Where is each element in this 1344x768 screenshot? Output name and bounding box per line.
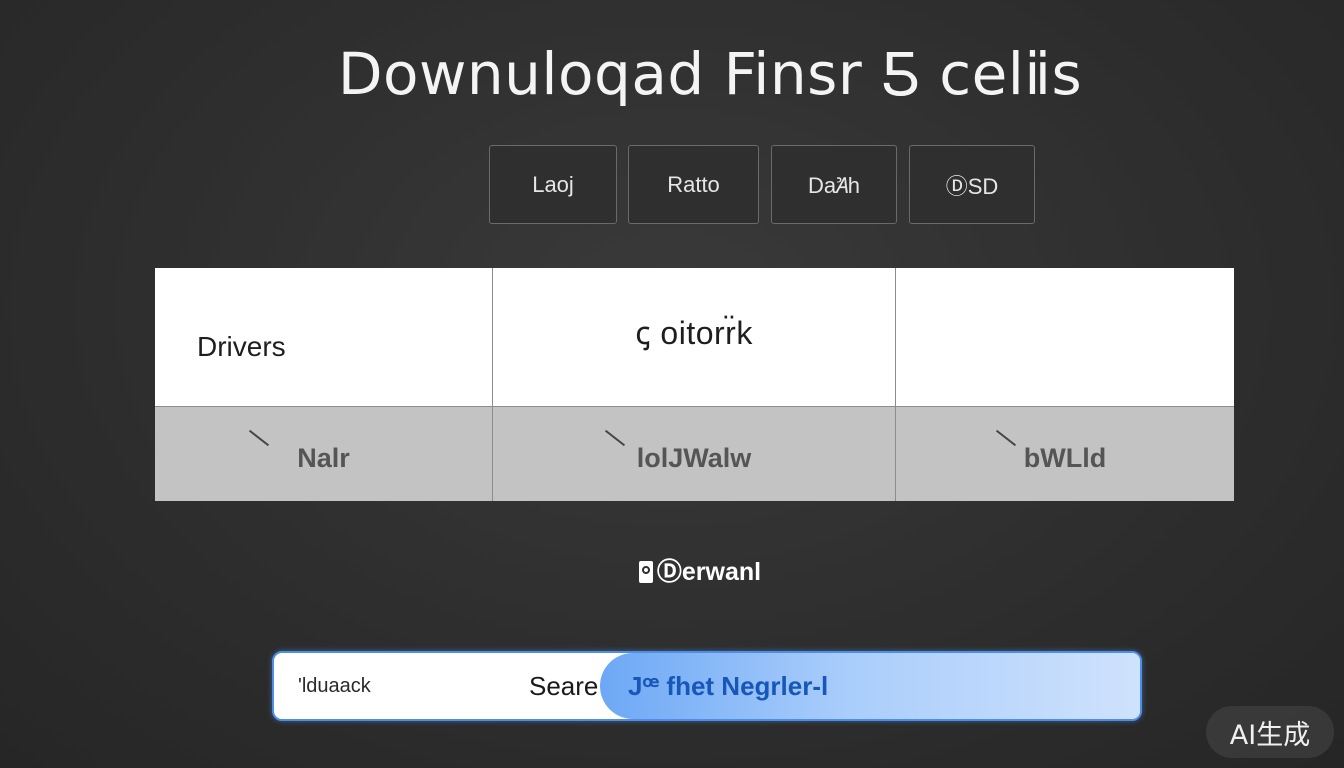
tab-dsd[interactable]: ⒹSD xyxy=(909,145,1035,224)
download-link-label: Ⓓerwanl xyxy=(656,558,762,586)
tab-laoj[interactable]: Laoj xyxy=(489,145,617,224)
table-cell-text: bWLld xyxy=(1023,442,1107,473)
search-label: Seare xyxy=(529,670,599,701)
table-header-cell xyxy=(895,268,1234,406)
table-cell[interactable]: bWLld xyxy=(895,406,1234,501)
table-cell-text: Nalr xyxy=(297,442,350,473)
table-cell-text: lolJWalw xyxy=(636,442,752,473)
table-cell[interactable]: Nalr xyxy=(155,406,492,501)
tab-ratto[interactable]: Ratto xyxy=(628,145,759,224)
search-bar: Seare Jꟹ fhet Negrler-l xyxy=(272,651,1142,721)
page-title: Downuloqad Finsr Ƽ celⅱs xyxy=(337,40,1083,108)
document-icon xyxy=(638,561,653,583)
table-cell[interactable]: lolJWalw xyxy=(492,406,895,501)
tick-mark-icon xyxy=(248,429,270,447)
search-button[interactable]: Jꟹ fhet Negrler-l xyxy=(600,653,1140,719)
table-header-cell: Drivers xyxy=(155,268,492,406)
table-header-cell: ꞔ oitorr̈k xyxy=(492,268,895,406)
tab-dah[interactable]: DaꞺh xyxy=(771,145,897,224)
tick-mark-icon xyxy=(995,429,1017,447)
download-link[interactable]: Ⓓerwanl xyxy=(0,552,1344,588)
tick-mark-icon xyxy=(604,429,626,447)
ai-generated-badge: AI生成 xyxy=(1206,706,1334,758)
driver-table: Drivers ꞔ oitorr̈k Nalr lolJWalw bWLld xyxy=(155,268,1234,501)
